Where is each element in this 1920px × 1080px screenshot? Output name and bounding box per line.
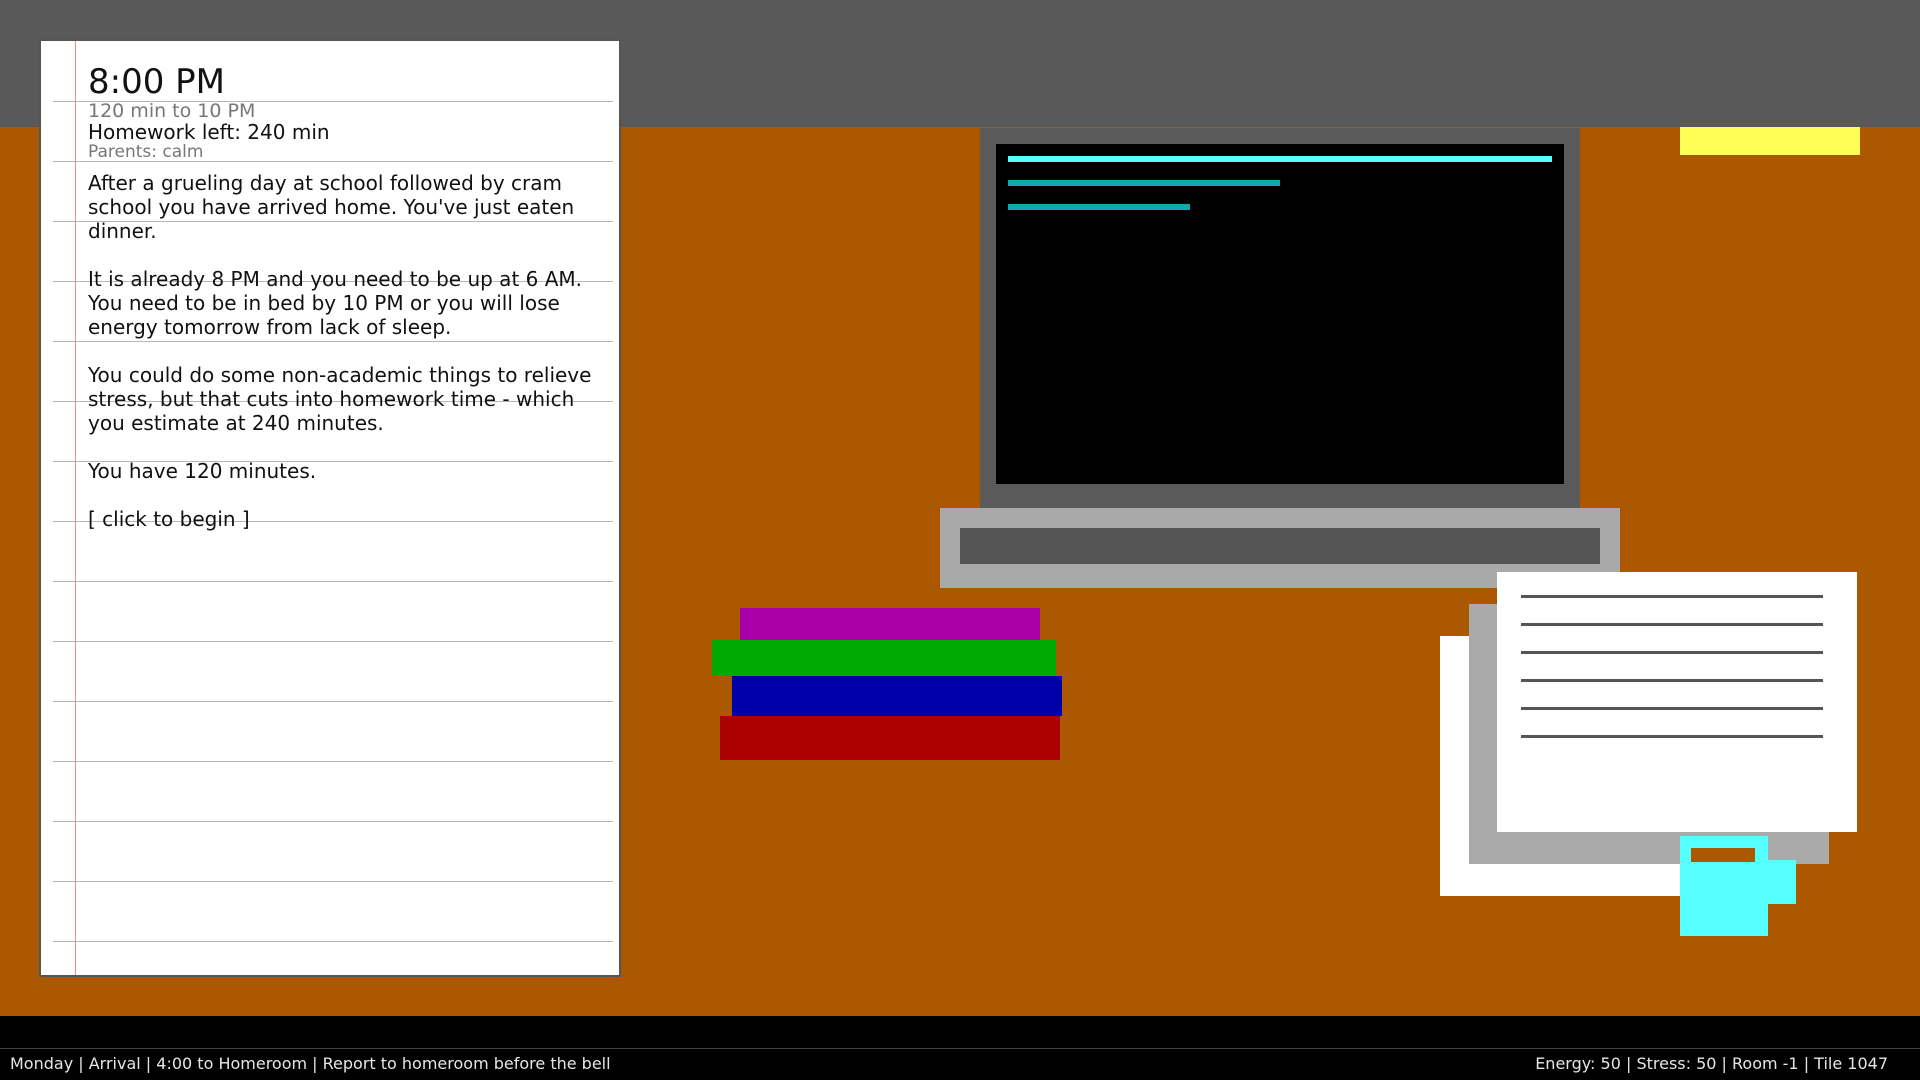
homework-left: Homework left: 240 min — [88, 120, 330, 144]
paper-text-line — [1521, 595, 1823, 598]
story-paragraph: You have 120 minutes. — [88, 459, 317, 483]
story-paragraph: After a grueling day at school followed … — [88, 171, 575, 243]
book-green[interactable] — [712, 640, 1056, 676]
status-schedule: Monday | Arrival | 4:00 to Homeroom | Re… — [10, 1054, 611, 1073]
click-to-begin-button[interactable]: [ click to begin ] — [88, 507, 250, 531]
book-red[interactable] — [720, 716, 1060, 760]
story-paragraph: You could do some non-academic things to… — [88, 363, 592, 435]
bottom-strip — [0, 1016, 1920, 1048]
paper-text-line — [1521, 651, 1823, 654]
notebook-content: 8:00 PM 120 min to 10 PM Homework left: … — [88, 63, 613, 555]
screen-code-line — [1008, 204, 1190, 210]
paper-text-line — [1521, 623, 1823, 626]
screen-code-line — [1008, 156, 1552, 162]
paper-text-line — [1521, 707, 1823, 710]
homework-papers[interactable] — [1497, 572, 1857, 832]
laptop-screen[interactable] — [980, 128, 1580, 508]
laptop-keyboard — [960, 528, 1600, 564]
book-blue[interactable] — [732, 676, 1062, 716]
mug-handle — [1766, 860, 1796, 904]
status-bar: Monday | Arrival | 4:00 to Homeroom | Re… — [0, 1048, 1920, 1080]
story-paragraph: It is already 8 PM and you need to be up… — [88, 267, 583, 339]
paper-text-line — [1521, 679, 1823, 682]
notebook: 8:00 PM 120 min to 10 PM Homework left: … — [39, 39, 621, 977]
coffee-mug[interactable] — [1680, 836, 1768, 936]
book-magenta[interactable] — [740, 608, 1040, 640]
time-to-bedtime: 120 min to 10 PM — [88, 100, 256, 122]
sticky-note[interactable] — [1680, 127, 1860, 155]
laptop-display — [996, 144, 1564, 484]
status-stats: Energy: 50 | Stress: 50 | Room -1 | Tile… — [1535, 1054, 1888, 1073]
paper-text-line — [1521, 735, 1823, 738]
screen-code-line — [1008, 180, 1280, 186]
notebook-margin-line — [75, 41, 76, 975]
current-time: 8:00 PM — [88, 62, 225, 102]
story-text: After a grueling day at school followed … — [88, 171, 613, 531]
mug-band — [1691, 848, 1755, 862]
parents-mood: Parents: calm — [88, 142, 204, 162]
